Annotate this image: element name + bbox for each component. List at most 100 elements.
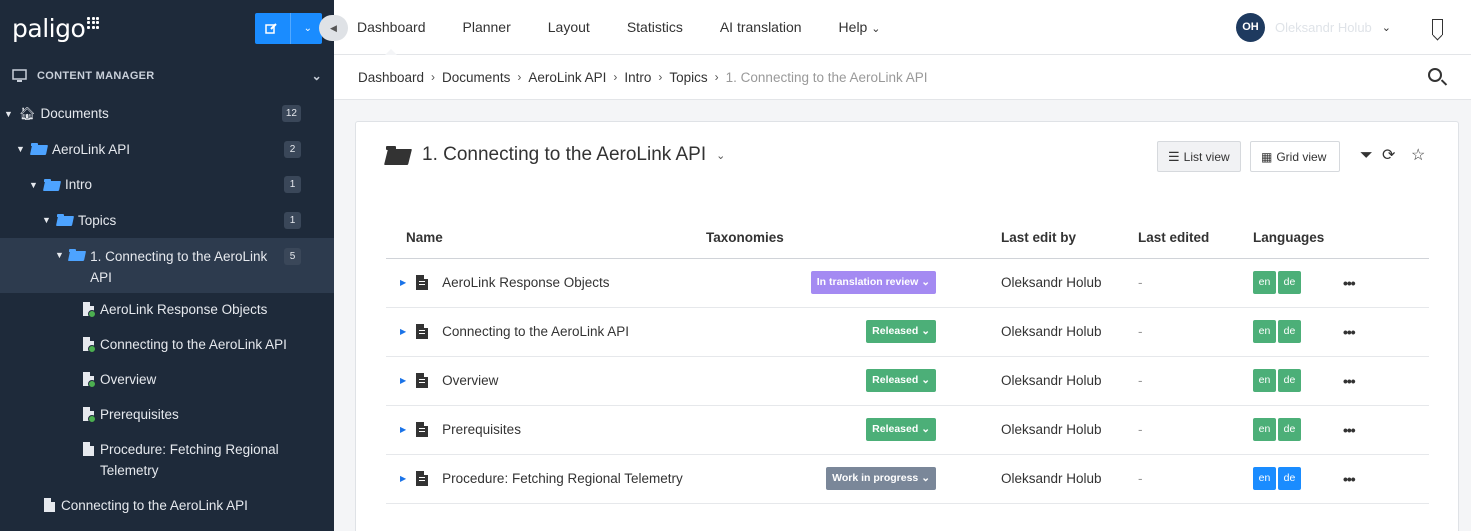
nav-layout[interactable]: Layout xyxy=(548,0,590,55)
tree-item-aerolink-api[interactable]: ▼ AeroLink API 2 xyxy=(0,132,334,168)
nav-planner[interactable]: Planner xyxy=(463,0,511,55)
paligo-logo[interactable]: paligo xyxy=(12,14,100,43)
top-navigation: ◀ Dashboard Planner Layout Statistics AI… xyxy=(319,0,1471,56)
languages-cell: en de xyxy=(1233,258,1343,308)
collapse-sidebar-button[interactable]: ◀ xyxy=(319,15,348,41)
language-badge-de[interactable]: de xyxy=(1278,271,1301,294)
language-badge-de[interactable]: de xyxy=(1278,467,1301,490)
nav-help[interactable]: Help ⌄ xyxy=(839,0,881,55)
tree-item-label: AeroLink API xyxy=(52,141,131,157)
expand-caret-icon[interactable]: ▶ xyxy=(400,425,406,434)
actions-cell: ••• xyxy=(1343,258,1429,308)
create-new-button[interactable]: ⌄ xyxy=(255,12,322,44)
document-icon xyxy=(83,442,94,456)
language-badge-de[interactable]: de xyxy=(1278,418,1301,441)
filter-icon[interactable]: ⏷ xyxy=(1360,148,1373,164)
document-icon xyxy=(83,302,96,318)
sidebar-doc-item[interactable]: AeroLink Response Objects xyxy=(83,299,334,334)
document-name[interactable]: Prerequisites xyxy=(442,422,521,437)
sidebar-doc-item[interactable]: Prerequisites xyxy=(83,404,334,439)
refresh-icon[interactable]: ⟳ xyxy=(1382,148,1395,164)
list-view-button[interactable]: ☰ List view xyxy=(1157,141,1241,172)
expand-caret-icon[interactable]: ▶ xyxy=(400,474,406,483)
sidebar-doc-item[interactable]: Connecting to the AeroLink API xyxy=(83,334,334,369)
status-label: Released xyxy=(872,325,919,337)
chevron-down-icon: ⌄ xyxy=(1381,22,1391,34)
breadcrumb-separator-icon: › xyxy=(517,70,522,84)
last-edited-cell: - xyxy=(1118,258,1233,308)
breadcrumb-documents[interactable]: Documents xyxy=(442,70,510,85)
breadcrumb-aerolink-api[interactable]: AeroLink API xyxy=(528,70,606,85)
tree-item-documents[interactable]: ▼ 🏠︎ Documents 12 xyxy=(0,96,334,132)
document-icon xyxy=(416,471,429,486)
document-name[interactable]: AeroLink Response Objects xyxy=(442,275,609,290)
document-icon xyxy=(416,422,429,437)
tree-item-intro[interactable]: ▼ Intro 1 xyxy=(0,167,334,203)
sidebar-doc-item[interactable]: Overview xyxy=(83,369,334,404)
column-languages[interactable]: Languages xyxy=(1233,218,1343,259)
column-last-edit-by[interactable]: Last edit by xyxy=(981,218,1118,259)
actions-cell: ••• xyxy=(1343,307,1429,357)
star-icon[interactable]: ☆ xyxy=(1411,148,1425,164)
breadcrumb-dashboard[interactable]: Dashboard xyxy=(358,70,424,85)
language-badge-en[interactable]: en xyxy=(1253,418,1276,441)
table-row[interactable]: ▶ Connecting to the AeroLink API Released … xyxy=(386,307,1429,357)
status-badge[interactable]: Released ⌄ xyxy=(866,418,936,441)
more-options-icon[interactable]: ••• xyxy=(1343,324,1356,340)
nav-statistics[interactable]: Statistics xyxy=(627,0,683,55)
language-badge-en[interactable]: en xyxy=(1253,369,1276,392)
chevron-down-icon: ⌄ xyxy=(921,325,930,337)
more-options-icon[interactable]: ••• xyxy=(1343,373,1356,389)
search-icon[interactable] xyxy=(1428,68,1442,82)
nav-dashboard[interactable]: Dashboard xyxy=(357,0,426,56)
table-row[interactable]: ▶ Prerequisites Released ⌄ Oleksandr Holub -… xyxy=(386,405,1429,455)
chevron-left-icon: ◀ xyxy=(330,22,337,33)
breadcrumb-intro[interactable]: Intro xyxy=(624,70,651,85)
column-last-edited[interactable]: Last edited xyxy=(1118,218,1233,259)
languages-cell: en de xyxy=(1233,356,1343,406)
status-badge[interactable]: Released ⌄ xyxy=(866,369,936,392)
column-taxonomies[interactable]: Taxonomies xyxy=(686,218,981,259)
table-row[interactable]: ▶ Overview Released ⌄ Oleksandr Holub - en de •… xyxy=(386,356,1429,406)
document-name[interactable]: Connecting to the AeroLink API xyxy=(442,324,629,339)
more-options-icon[interactable]: ••• xyxy=(1343,275,1356,291)
languages-cell: en de xyxy=(1233,405,1343,455)
content-panel: 1. Connecting to the AeroLink API ⌄ ☰ Li… xyxy=(355,121,1459,531)
expand-caret-icon[interactable]: ▶ xyxy=(400,278,406,287)
tree-item-connecting-folder[interactable]: ▼ 1. Connecting to the AeroLink API 5 xyxy=(0,238,334,293)
nav-ai-translation[interactable]: AI translation xyxy=(720,0,802,55)
expand-caret-icon[interactable]: ▶ xyxy=(400,376,406,385)
chevron-down-icon[interactable]: ⌄ xyxy=(716,149,725,162)
status-badge[interactable]: In translation review ⌄ xyxy=(810,271,936,294)
language-badge-en[interactable]: en xyxy=(1253,271,1276,294)
more-options-icon[interactable]: ••• xyxy=(1343,422,1356,438)
document-icon xyxy=(416,373,429,388)
name-cell: ▶ Overview xyxy=(386,356,686,406)
user-menu[interactable]: OH Oleksandr Holub ⌄ xyxy=(1235,13,1391,42)
sidebar-doc-item[interactable]: Connecting to the AeroLink API xyxy=(0,495,334,525)
table-row[interactable]: ▶ AeroLink Response Objects In translation… xyxy=(386,258,1429,308)
breadcrumb-topics[interactable]: Topics xyxy=(669,70,707,85)
taxonomy-cell: Released ⌄ xyxy=(686,405,981,455)
table-row[interactable]: ▶ Procedure: Fetching Regional Telemetry W… xyxy=(386,454,1429,504)
column-name[interactable]: Name xyxy=(386,218,686,259)
logo-grid-icon xyxy=(87,16,100,29)
content-manager-header[interactable]: CONTENT MANAGER ⌄ xyxy=(0,56,334,96)
language-badge-de[interactable]: de xyxy=(1278,320,1301,343)
document-name[interactable]: Procedure: Fetching Regional Telemetry xyxy=(442,471,683,486)
status-badge[interactable]: Work in progress ⌄ xyxy=(826,467,936,490)
more-options-icon[interactable]: ••• xyxy=(1343,471,1356,487)
grid-view-button[interactable]: ▦ Grid view xyxy=(1250,141,1340,172)
bookmark-icon[interactable] xyxy=(1432,19,1443,35)
last-edit-by-cell: Oleksandr Holub xyxy=(981,307,1118,357)
language-badge-en[interactable]: en xyxy=(1253,467,1276,490)
tree-item-topics[interactable]: ▼ Topics 1 xyxy=(0,203,334,239)
document-name[interactable]: Overview xyxy=(442,373,498,388)
language-badge-en[interactable]: en xyxy=(1253,320,1276,343)
expand-caret-icon[interactable]: ▶ xyxy=(400,327,406,336)
status-badge[interactable]: Released ⌄ xyxy=(866,320,936,343)
sidebar-doc-item[interactable]: Procedure: Fetching Regional Telemetry xyxy=(83,439,303,495)
nav-help-label: Help xyxy=(838,18,868,35)
language-badge-de[interactable]: de xyxy=(1278,369,1301,392)
last-edit-by-cell: Oleksandr Holub xyxy=(981,405,1118,455)
